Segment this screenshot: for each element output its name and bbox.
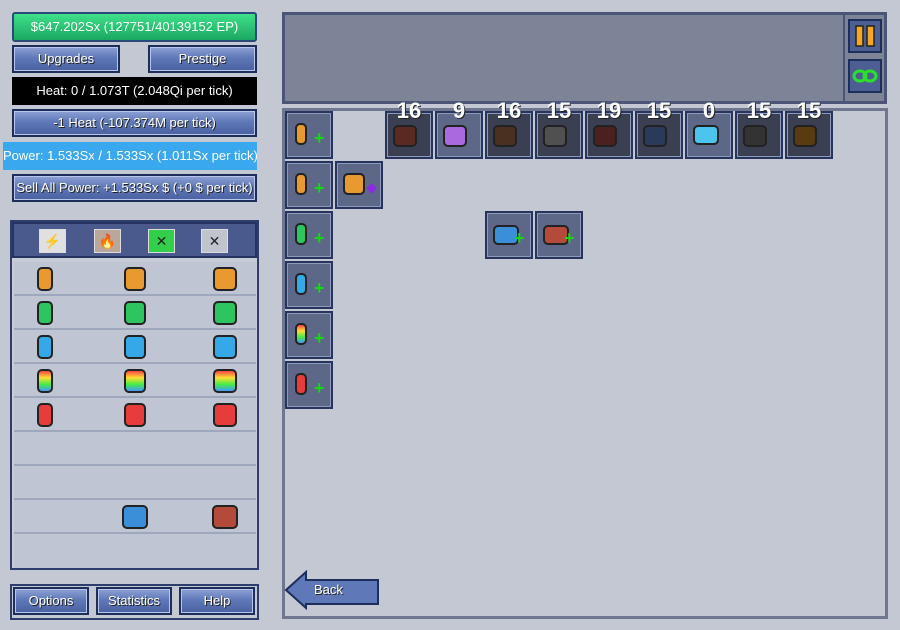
plus-icon: + (314, 178, 325, 198)
upgrade-double-cell-tile[interactable]: ◆ (335, 161, 383, 209)
back-button[interactable]: Back (284, 570, 382, 610)
shop-tab-strip: ⚡ 🔥 ✕ ✕ (12, 222, 257, 258)
uranium-cell-quad[interactable] (212, 265, 238, 293)
upgrade-uranium-tile[interactable]: + (285, 111, 333, 159)
thorium-cell-quad[interactable] (212, 333, 238, 361)
shop-row-empty-3 (14, 534, 256, 568)
plus-icon: + (314, 228, 325, 248)
shop-row-thorium (14, 330, 256, 364)
money-display: $647.202Sx (127751/40139152 EP) (12, 12, 257, 42)
upgrade-count: 19 (596, 98, 622, 123)
shop-row-empty-2 (14, 466, 256, 500)
arrow-icon: ◆ (366, 179, 377, 195)
plus-icon: + (314, 328, 325, 348)
upgrade-seaborgium-tile[interactable]: + (285, 261, 333, 309)
power-display: Power: 1.533Sx / 1.533Sx (1.011Sx per ti… (3, 142, 258, 170)
thorium-cell-single[interactable] (32, 333, 58, 361)
upgrade-capacitor-tile[interactable]: + (535, 211, 583, 259)
plutonium-cell-quad[interactable] (212, 299, 238, 327)
upgrade-plutonium-tile[interactable]: + (285, 161, 333, 209)
plus-icon: + (314, 128, 325, 148)
prestige-button[interactable]: Prestige (148, 45, 257, 73)
dolorium-cell-quad[interactable] (212, 401, 238, 429)
options-button[interactable]: Options (13, 587, 89, 615)
shop-row-seaborgium (14, 364, 256, 398)
upgrade-count: 16 (396, 98, 422, 123)
seaborgium-cell-single[interactable] (32, 367, 58, 395)
particle-accelerator-icon[interactable] (122, 503, 148, 531)
dolorium-cell-single[interactable] (32, 401, 58, 429)
plus-icon: + (314, 378, 325, 398)
arcane-tab-icon[interactable]: ✕ (201, 229, 228, 253)
upgrade-thorium-tile[interactable]: + (285, 211, 333, 259)
heat-tab-icon[interactable]: 🔥 (94, 229, 121, 253)
infinite-mode-button[interactable] (848, 59, 882, 93)
plutonium-cell-double[interactable] (122, 299, 148, 327)
help-button[interactable]: Help (179, 587, 255, 615)
upgrades-button[interactable]: Upgrades (12, 45, 120, 73)
extreme-capacitor-icon[interactable] (212, 503, 238, 531)
upgrade-count: 9 (452, 98, 466, 123)
info-area (282, 12, 887, 104)
plutonium-cell-single[interactable] (32, 299, 58, 327)
pause-button[interactable] (848, 19, 882, 53)
upgrade-dolorium-tile[interactable]: + (285, 311, 333, 359)
uranium-cell-double[interactable] (122, 265, 148, 293)
upgrade-count: 0 (702, 98, 716, 123)
upgrade-count: 15 (746, 98, 772, 123)
shop-row-uranium (14, 262, 256, 296)
upgrade-count: 16 (496, 98, 522, 123)
upgrade-accelerator-tile[interactable]: + (485, 211, 533, 259)
power-tab-icon[interactable]: ⚡ (39, 229, 66, 253)
experimental-tab-icon[interactable]: ✕ (148, 229, 175, 253)
upgrade-count: 15 (646, 98, 672, 123)
infinity-icon (852, 69, 878, 83)
seaborgium-cell-double[interactable] (122, 367, 148, 395)
sell-power-button[interactable]: Sell All Power: +1.533Sx $ (+0 $ per tic… (12, 174, 257, 202)
plus-icon: + (514, 228, 525, 248)
statistics-button[interactable]: Statistics (96, 587, 172, 615)
pause-icon (855, 25, 875, 47)
upgrade-nefastium-tile[interactable]: + (285, 361, 333, 409)
back-label: Back (314, 582, 343, 597)
upgrade-count: 15 (796, 98, 822, 123)
shop-row-dolorium (14, 398, 256, 432)
plus-icon: + (314, 278, 325, 298)
plus-icon: + (564, 228, 575, 248)
uranium-cell-single[interactable] (32, 265, 58, 293)
heat-display: Heat: 0 / 1.073T (2.048Qi per tick) (12, 77, 257, 105)
shop-row-empty-1 (14, 432, 256, 466)
shop-row-special (14, 500, 256, 534)
thorium-cell-double[interactable] (122, 333, 148, 361)
seaborgium-cell-quad[interactable] (212, 367, 238, 395)
info-box (285, 15, 845, 101)
dolorium-cell-double[interactable] (122, 401, 148, 429)
reduce-heat-button[interactable]: -1 Heat (-107.374M per tick) (12, 109, 257, 137)
upgrade-count: 15 (546, 98, 572, 123)
shop-row-plutonium (14, 296, 256, 330)
